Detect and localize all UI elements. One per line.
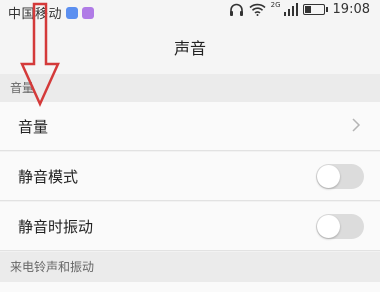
- app-badge-blue-icon: [66, 6, 79, 19]
- battery-icon: [302, 4, 328, 15]
- toggle-knob: [317, 215, 340, 238]
- vibrate-when-silent-label: 静音时振动: [18, 218, 94, 236]
- network-type-label: 2G: [270, 0, 281, 9]
- next-row-partial: [0, 282, 380, 292]
- chevron-right-icon: [352, 118, 361, 132]
- section-header-ringtone-vibration: 来电铃声和振动: [0, 252, 380, 282]
- volume-row[interactable]: 音量: [0, 102, 380, 151]
- wifi-icon: [249, 3, 266, 16]
- silent-mode-toggle[interactable]: [316, 164, 364, 189]
- silent-mode-label: 静音模式: [18, 168, 79, 186]
- headphones-icon: [229, 3, 243, 16]
- vibrate-when-silent-row[interactable]: 静音时振动: [0, 202, 380, 251]
- volume-label: 音量: [18, 118, 49, 136]
- page-title: 声音: [0, 24, 380, 74]
- clock: 19:08: [332, 2, 370, 17]
- silent-mode-row[interactable]: 静音模式: [0, 152, 380, 201]
- vibrate-when-silent-toggle[interactable]: [316, 214, 364, 239]
- signal-icon: [283, 3, 298, 16]
- app-badge-purple-icon: [82, 6, 95, 19]
- toggle-knob: [317, 165, 340, 188]
- carrier-name: 中国移动: [8, 7, 63, 22]
- status-bar: 中国移动 2G 19:08: [0, 0, 380, 24]
- battery-fill: [304, 6, 311, 13]
- section-header-volume: 音量: [0, 74, 380, 102]
